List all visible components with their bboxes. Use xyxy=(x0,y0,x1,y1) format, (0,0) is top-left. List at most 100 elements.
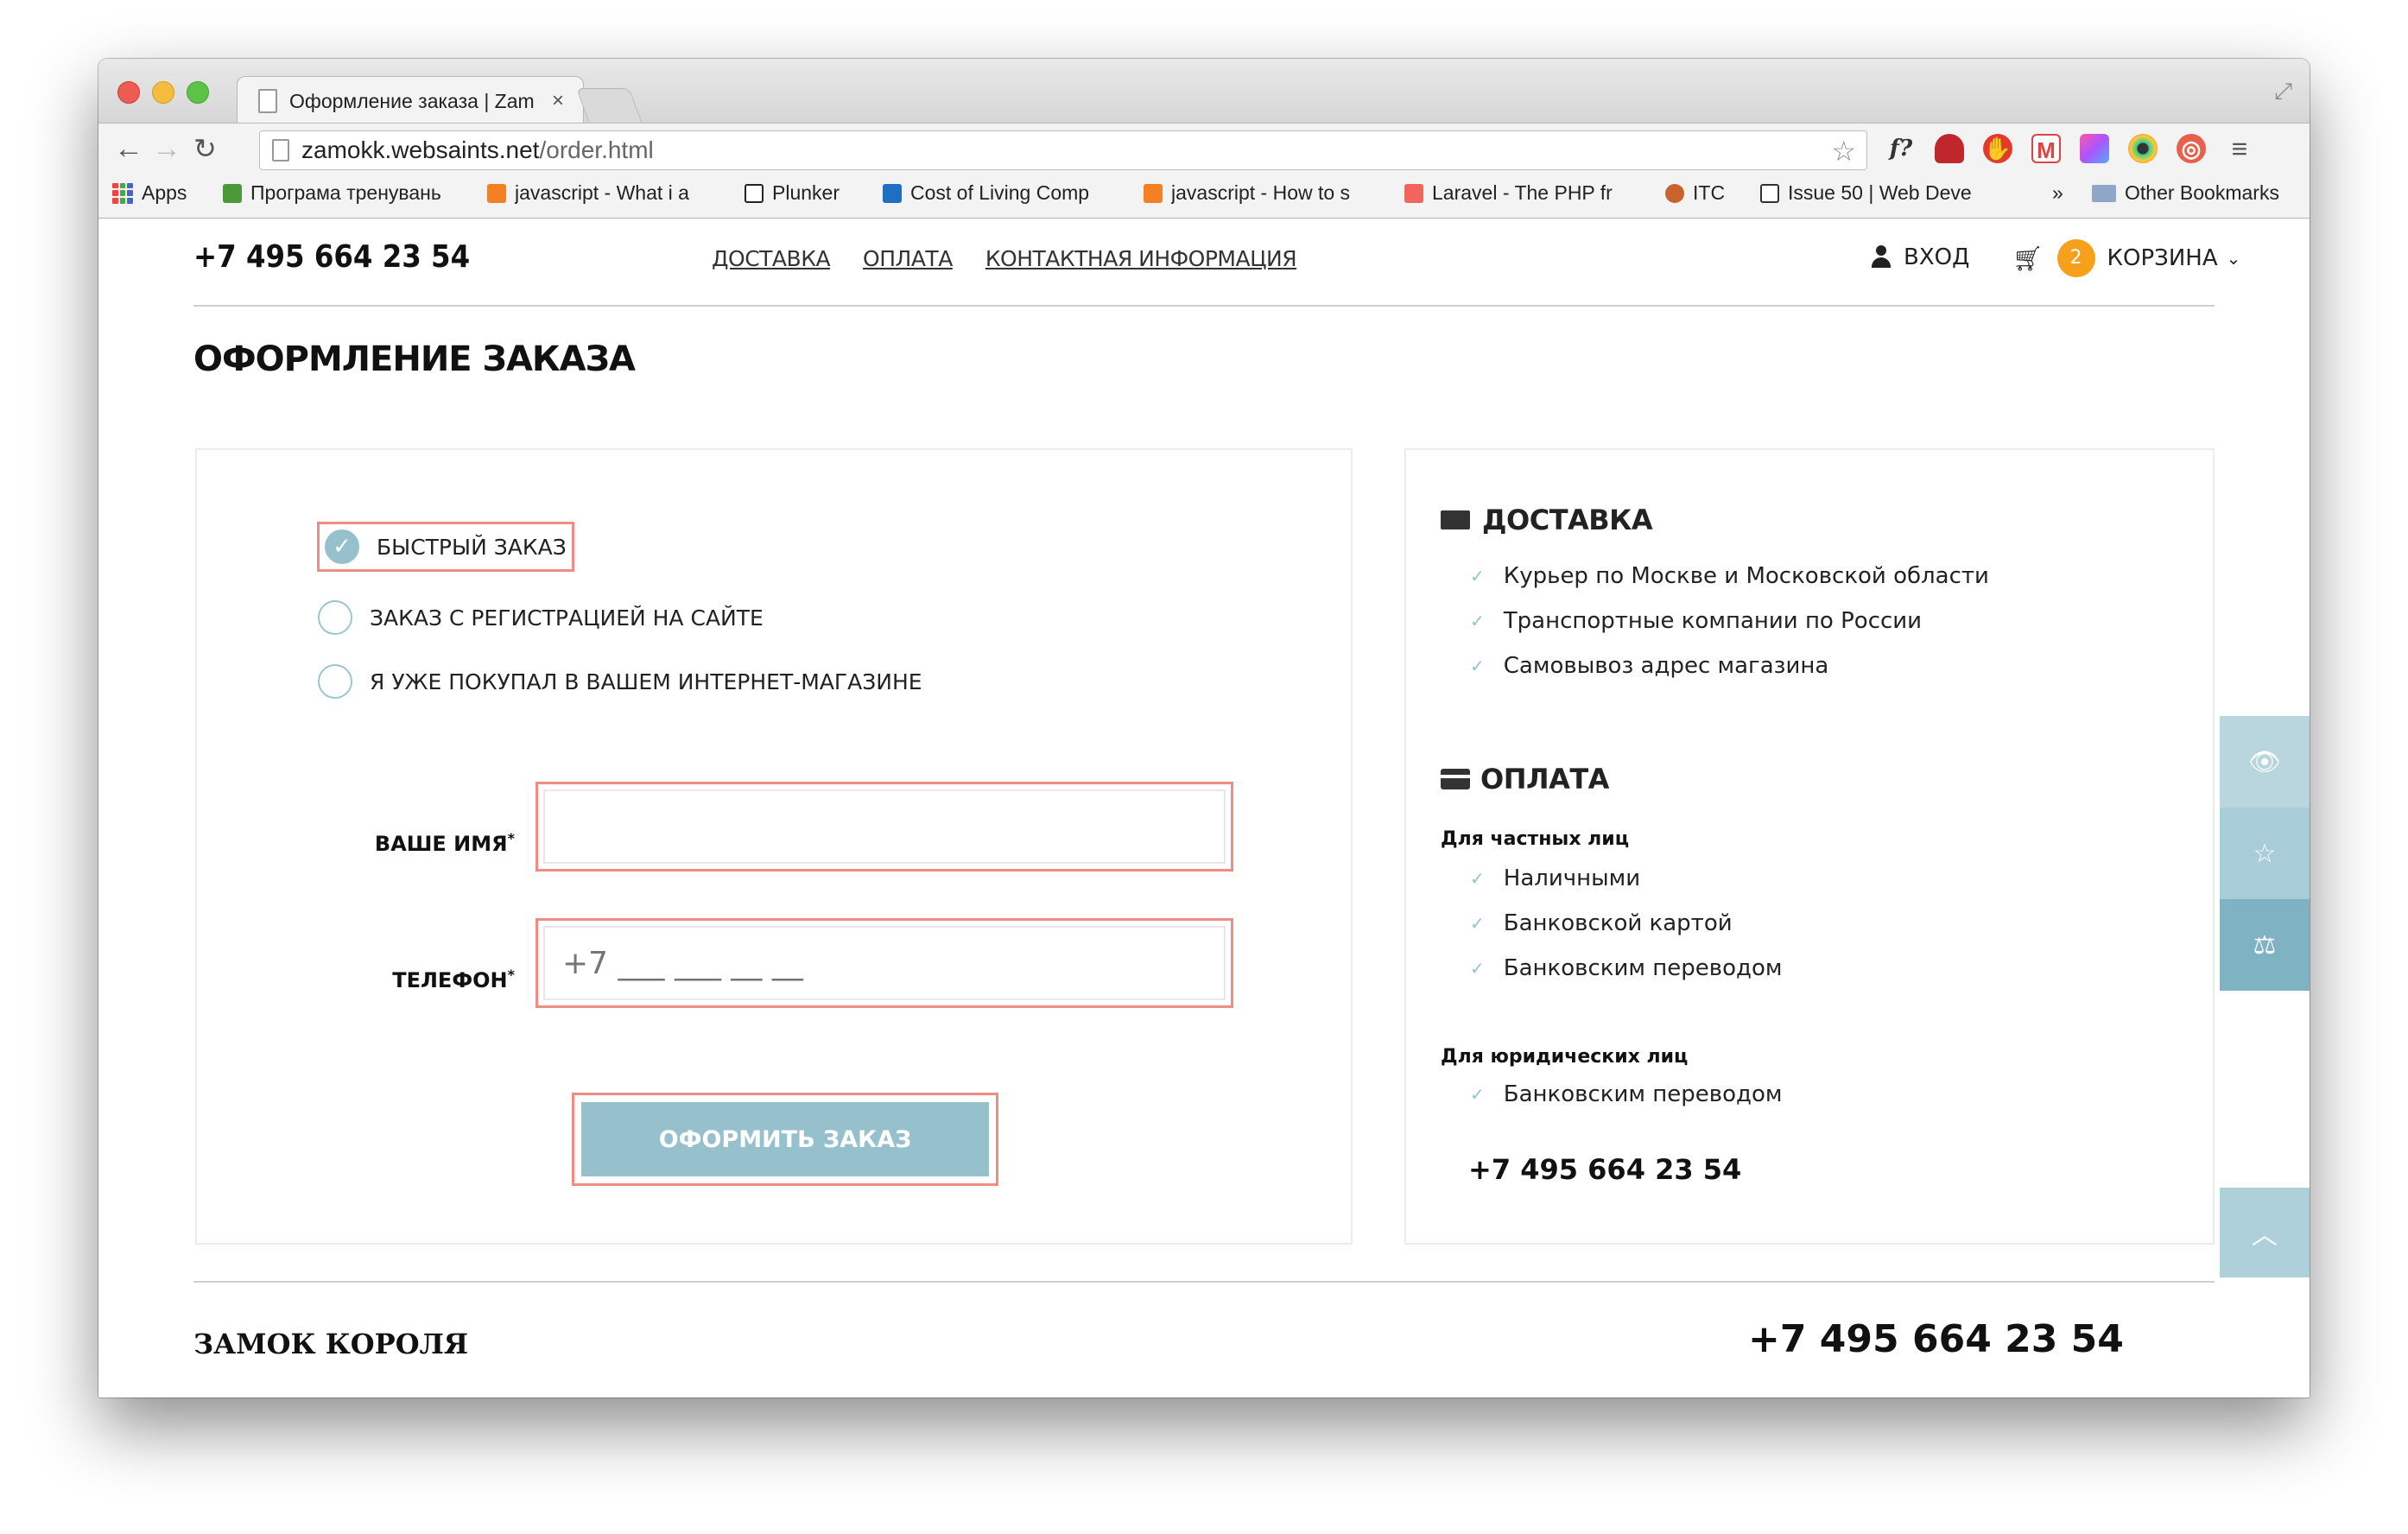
gmail-icon[interactable]: M xyxy=(2031,134,2061,163)
bookmark-label: javascript - What i a xyxy=(515,181,689,204)
nav-link-contacts[interactable]: КОНТАКТНАЯ ИНФОРМАЦИЯ xyxy=(985,246,1297,271)
fquery-extension-icon[interactable]: f? xyxy=(1886,134,1916,163)
apps-grid-icon xyxy=(112,182,133,204)
address-bar[interactable]: zamokk.websaints.net/order.html ☆ xyxy=(259,130,1867,170)
payment-title: ОПЛАТА xyxy=(1480,763,1609,796)
bookmark-item[interactable]: Issue 50 | Web Deve xyxy=(1760,181,1988,205)
bookmark-label: Issue 50 | Web Deve xyxy=(1788,181,1972,204)
page-title: ОФОРМЛЕНИЕ ЗАКАЗА xyxy=(193,339,636,379)
private-persons-heading: Для частных лиц xyxy=(1441,828,1630,850)
bookmarks-overflow-button[interactable]: » xyxy=(2052,181,2063,205)
bookmark-item[interactable]: Програма тренувань xyxy=(223,181,446,205)
nav-link-payment[interactable]: ОПЛАТА xyxy=(863,246,953,271)
list-item: ✓ Наличными xyxy=(1470,856,1782,901)
phone-input[interactable] xyxy=(543,926,1226,1000)
phone-label: ТЕЛЕФОН* xyxy=(342,967,515,992)
footer-phone[interactable]: +7 495 664 23 54 xyxy=(1748,1317,2124,1361)
sofa-extension-icon[interactable] xyxy=(1935,134,1964,163)
delivery-heading: ДОСТАВКА xyxy=(1441,504,1653,536)
phone-field-wrapper xyxy=(535,918,1233,1008)
header-phone[interactable]: +7 495 664 23 54 xyxy=(193,239,470,275)
info-phone[interactable]: +7 495 664 23 54 xyxy=(1468,1153,1741,1186)
forward-arrow-icon[interactable]: → xyxy=(152,132,181,165)
eye-dropper-extension-icon[interactable] xyxy=(2128,134,2158,163)
minimize-window-button[interactable] xyxy=(152,81,174,104)
check-icon: ✓ xyxy=(1470,656,1485,676)
page-icon xyxy=(272,139,289,162)
list-item-text: Банковским переводом xyxy=(1503,1081,1783,1107)
zoom-window-button[interactable] xyxy=(187,81,209,104)
delivery-list: ✓ Курьер по Москве и Московской области ✓… xyxy=(1470,554,1989,688)
adblock-hand-icon[interactable]: ✋ xyxy=(1983,134,2012,163)
numbeo-icon xyxy=(883,183,902,203)
url-host: zamokk.websaints.net xyxy=(301,136,540,163)
camera-extension-icon[interactable]: ◎ xyxy=(2177,134,2206,163)
list-item: ✓ Банковской картой xyxy=(1470,901,1782,946)
bookmark-item[interactable]: Plunker xyxy=(745,181,840,205)
check-icon: ✓ xyxy=(1470,958,1485,979)
compare-tab[interactable]: ⚖︎ xyxy=(2220,899,2310,991)
browser-toolbar: ← → ↻ zamokk.websaints.net/order.html ☆ … xyxy=(98,123,2310,175)
bookmark-item[interactable]: Laravel - The PHP fr xyxy=(1404,181,1631,205)
side-tabs: 👁︎ ☆ ⚖︎ xyxy=(2220,716,2310,991)
option-register-order[interactable]: ЗАКАЗ С РЕГИСТРАЦИЕЙ НА САЙТЕ xyxy=(318,600,764,635)
close-tab-icon[interactable]: × xyxy=(552,89,564,113)
radio-unchecked-icon[interactable] xyxy=(318,664,352,699)
list-item: ✓ Самовывоз адрес магазина xyxy=(1470,643,1989,688)
cart-count-badge: 2 xyxy=(2056,239,2095,277)
bookmarks-bar: Apps Програма тренувань javascript - Wha… xyxy=(98,174,2310,219)
check-icon: ✓ xyxy=(1470,913,1485,934)
top-navigation: ДОСТАВКА ОПЛАТА КОНТАКТНАЯ ИНФОРМАЦИЯ xyxy=(712,246,1297,271)
radio-checked-icon[interactable]: ✓ xyxy=(325,529,359,564)
eye-icon: 👁︎ xyxy=(2247,746,2282,777)
payment-heading: ОПЛАТА xyxy=(1441,763,1609,796)
footer-divider xyxy=(193,1281,2215,1283)
bookmark-item[interactable]: javascript - What i a xyxy=(487,181,713,205)
login-link[interactable]: ВХОД xyxy=(1871,244,1969,270)
bookmark-item[interactable]: Cost of Living Comp xyxy=(883,181,1109,205)
bookmark-label: ITC xyxy=(1693,181,1726,204)
back-arrow-icon[interactable]: ← xyxy=(114,132,143,165)
other-bookmarks-folder[interactable]: Other Bookmarks xyxy=(2092,181,2279,205)
name-label: ВАШЕ ИМЯ* xyxy=(342,830,515,856)
fullscreen-icon[interactable]: ⤢ xyxy=(2274,78,2292,105)
place-order-button[interactable]: ОФОРМИТЬ ЗАКАЗ xyxy=(581,1102,989,1176)
scroll-to-top-button[interactable]: ︿ xyxy=(2220,1188,2310,1277)
bookmark-label: Cost of Living Comp xyxy=(910,181,1090,204)
browser-tab-active[interactable]: Оформление заказа | Zam × xyxy=(237,76,584,125)
color-picker-extension-icon[interactable] xyxy=(2080,134,2109,163)
list-item-text: Курьер по Москве и Московской области xyxy=(1503,563,1989,589)
private-payment-list: ✓ Наличными ✓ Банковской картой ✓ Банковски… xyxy=(1470,856,1783,991)
list-item-text: Банковским переводом xyxy=(1503,955,1783,981)
close-window-button[interactable] xyxy=(117,81,140,104)
user-icon xyxy=(1871,245,1892,269)
bookmark-label: Програма тренувань xyxy=(250,181,441,204)
viewed-products-tab[interactable]: 👁︎ xyxy=(2220,716,2310,808)
new-tab-button[interactable] xyxy=(575,88,643,122)
reload-icon[interactable]: ↻ xyxy=(193,132,217,165)
cart-dropdown[interactable]: 🛒︎ 2 КОРЗИНА ⌄ xyxy=(2012,239,2240,277)
list-item-text: Транспортные компании по России xyxy=(1503,608,1923,634)
bookmark-star-icon[interactable]: ☆ xyxy=(1831,135,1856,168)
scales-icon: ⚖︎ xyxy=(2253,929,2277,960)
bookmark-apps[interactable]: Apps xyxy=(112,181,187,205)
option-label: ЗАКАЗ С РЕГИСТРАЦИЕЙ НА САЙТЕ xyxy=(370,605,764,631)
page-icon xyxy=(258,89,277,113)
option-label: БЫСТРЫЙ ЗАКАЗ xyxy=(377,534,567,560)
bookmark-item[interactable]: ITC xyxy=(1665,181,1725,205)
itc-icon xyxy=(1665,183,1684,203)
name-field-wrapper xyxy=(535,782,1233,872)
name-label-text: ВАШЕ ИМЯ xyxy=(374,832,508,856)
option-quick-order[interactable]: ✓ БЫСТРЫЙ ЗАКАЗ xyxy=(317,522,574,572)
radio-unchecked-icon[interactable] xyxy=(318,600,352,635)
name-input[interactable] xyxy=(543,789,1226,864)
option-returning-customer[interactable]: Я УЖЕ ПОКУПАЛ В ВАШЕМ ИНТЕРНЕТ-МАГАЗИНЕ xyxy=(318,664,922,699)
menu-hamburger-icon[interactable]: ≡ xyxy=(2225,134,2254,163)
footer-brand[interactable]: ЗАМОК КОРОЛЯ xyxy=(193,1328,468,1360)
nav-link-delivery[interactable]: ДОСТАВКА xyxy=(712,246,831,271)
plunker-icon xyxy=(745,183,764,203)
chevron-down-icon: ⌄ xyxy=(2226,248,2241,269)
favorites-tab[interactable]: ☆ xyxy=(2220,808,2310,899)
order-form-panel: ✓ БЫСТРЫЙ ЗАКАЗ ЗАКАЗ С РЕГИСТРАЦИЕЙ НА … xyxy=(195,448,1353,1245)
bookmark-item[interactable]: javascript - How to s xyxy=(1144,181,1372,205)
